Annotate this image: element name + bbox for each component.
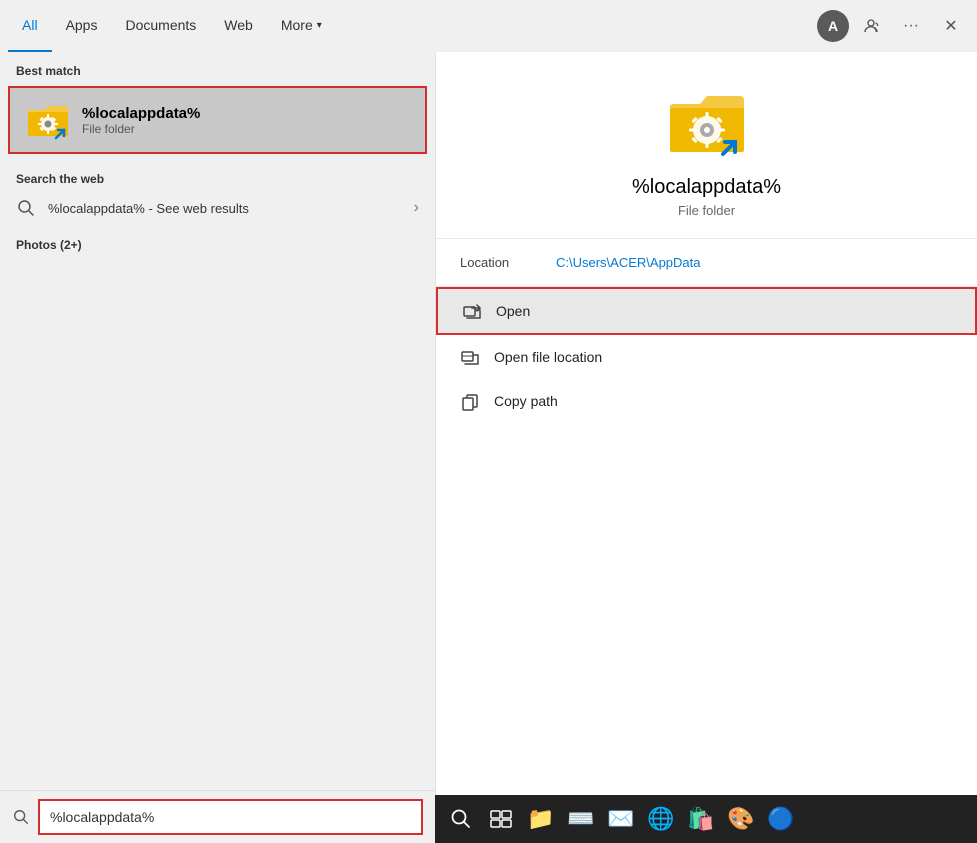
detail-type: File folder [678,203,735,218]
taskbar-chrome-icon[interactable]: 🔵 [763,801,799,837]
best-match-type: File folder [82,122,200,136]
more-options-btn[interactable]: ··· [893,8,929,44]
best-match-label: Best match [0,52,435,86]
action-copy-path[interactable]: Copy path [436,379,977,423]
search-input[interactable] [38,799,423,835]
detail-info: Location C:\Users\ACER\AppData [436,239,977,287]
web-search-item[interactable]: %localappdata% - See web results › [16,190,419,226]
search-window: All Apps Documents Web More ▾ A [0,0,977,843]
left-spacer [0,260,435,790]
folder-icon [26,98,70,142]
right-spacer [436,423,977,843]
tab-documents[interactable]: Documents [111,0,210,52]
tab-web[interactable]: Web [210,0,267,52]
close-button[interactable]: ✕ [933,8,969,44]
taskbar: 📁 ⌨️ ✉️ 🌐 🛍️ [435,795,977,843]
taskbar-explorer-icon[interactable]: 📁 [523,801,559,837]
open-label: Open [496,303,530,319]
tab-more[interactable]: More ▾ [267,0,336,52]
location-value[interactable]: C:\Users\ACER\AppData [556,255,701,270]
left-panel: Best match [0,52,435,843]
open-file-location-label: Open file location [494,349,602,365]
taskbar-search-icon[interactable] [443,801,479,837]
nav-controls: A ··· ✕ [817,0,969,52]
taskbar-mail-icon[interactable]: ✉️ [603,801,639,837]
taskbar-figma-icon[interactable]: 🎨 [723,801,759,837]
taskbar-task-view-icon[interactable] [483,801,519,837]
right-panel: %localappdata% File folder Location C:\U… [435,52,977,843]
detail-name: %localappdata% [632,176,781,199]
photos-section: Photos (2+) [0,230,435,260]
top-nav: All Apps Documents Web More ▾ A [0,0,977,52]
action-open[interactable]: Open [436,287,977,335]
action-list: Open Open file location [436,287,977,423]
tab-apps[interactable]: Apps [52,0,112,52]
content-area: Best match [0,52,977,843]
taskbar-keyboard-icon[interactable]: ⌨️ [563,801,599,837]
search-bar-icon [12,808,30,826]
web-search-section: Search the web %localappdata% - See web … [0,154,435,230]
web-search-label: Search the web [16,162,419,190]
photos-label: Photos (2+) [16,238,419,252]
avatar[interactable]: A [817,10,849,42]
detail-folder-icon [667,82,747,162]
action-open-file-location[interactable]: Open file location [436,335,977,379]
location-label: Location [460,255,540,270]
copy-path-label: Copy path [494,393,558,409]
web-search-text: %localappdata% - See web results [48,201,249,216]
detail-header: %localappdata% File folder [436,52,977,239]
open-icon [462,301,482,321]
open-file-location-icon [460,347,480,367]
best-match-name: %localappdata% [82,105,200,122]
chevron-down-icon: ▾ [317,20,322,31]
search-icon [16,198,36,218]
people-icon-btn[interactable] [853,8,889,44]
best-match-item[interactable]: %localappdata% File folder [8,86,427,154]
chevron-right-icon: › [414,199,419,217]
tab-all[interactable]: All [8,0,52,52]
search-bar-container [0,790,435,843]
taskbar-store-icon[interactable]: 🛍️ [683,801,719,837]
taskbar-edge-icon[interactable]: 🌐 [643,801,679,837]
copy-path-icon [460,391,480,411]
